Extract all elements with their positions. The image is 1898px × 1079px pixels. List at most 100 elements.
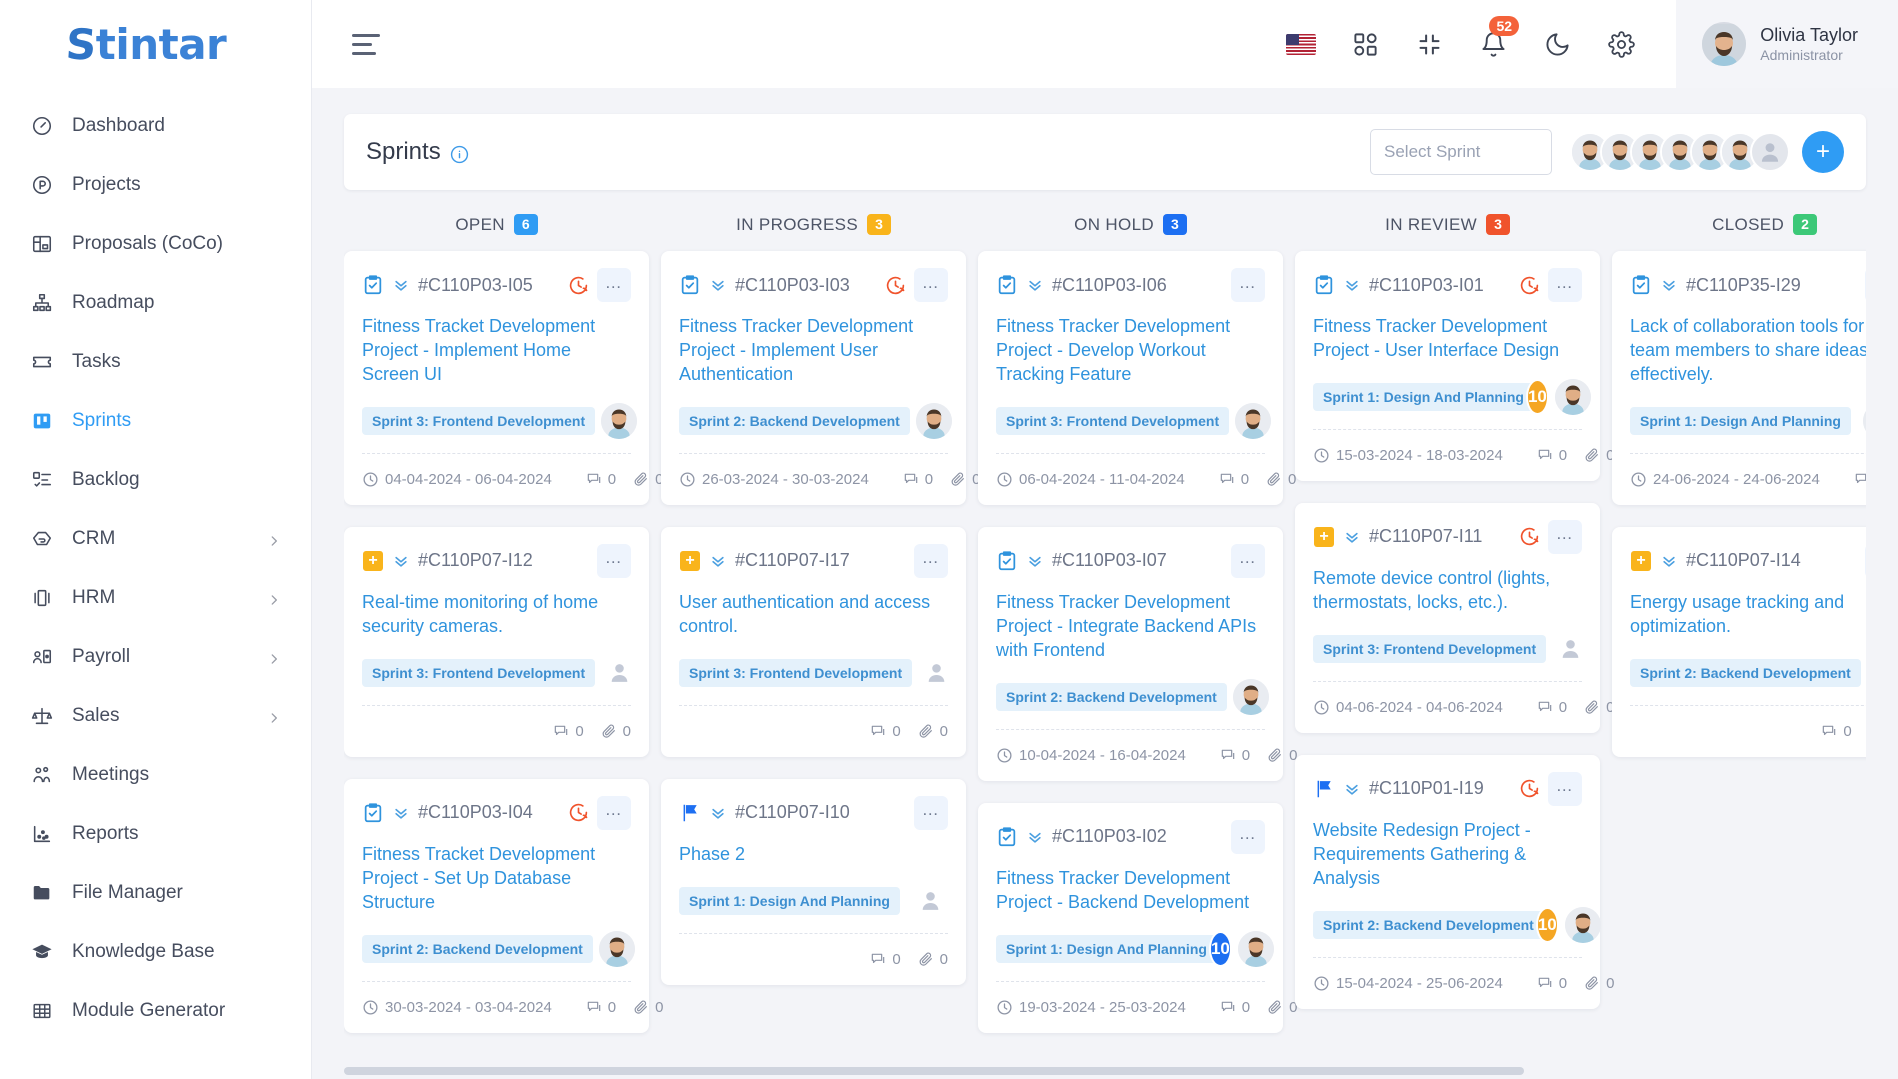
card-menu-button[interactable]: … [1548, 519, 1582, 554]
card-title[interactable]: Real-time monitoring of home security ca… [362, 591, 631, 639]
sidebar-item-file-manager[interactable]: File Manager [0, 863, 311, 922]
sidebar-item-knowledge-base[interactable]: Knowledge Base [0, 922, 311, 981]
assignee-avatar[interactable] [915, 402, 952, 439]
select-sprint-dropdown[interactable]: Select Sprint [1370, 129, 1552, 175]
sidebar-item-proposals-coco[interactable]: Proposals (CoCo) [0, 214, 311, 273]
chevron-right-icon[interactable] [267, 532, 281, 546]
card-title[interactable]: Fitness Tracket Development Project - Se… [362, 843, 631, 915]
assignee-avatar[interactable] [1564, 906, 1601, 943]
info-circle-icon[interactable] [450, 143, 469, 163]
hamburger-icon[interactable] [352, 33, 386, 55]
card-title[interactable]: Fitness Tracker Development Project - Us… [1313, 315, 1582, 363]
sidebar-item-roadmap[interactable]: Roadmap [0, 273, 311, 332]
assignee-avatar[interactable] [601, 402, 638, 439]
sprint-card[interactable]: #C110P35-I29 … Lack of collaboration too… [1612, 251, 1866, 505]
card-menu-button[interactable]: … [597, 268, 631, 302]
us-flag-icon[interactable] [1286, 29, 1317, 59]
assignee-avatar[interactable] [1237, 930, 1274, 967]
gear-icon[interactable] [1606, 29, 1636, 59]
card-id[interactable]: #C110P07-I11 [1369, 526, 1511, 547]
card-menu-button[interactable]: … [597, 543, 631, 578]
sprint-card[interactable]: #C110P01-I19 … Website Redesign Project … [1295, 754, 1614, 1009]
sprint-card[interactable]: #C110P03-I06 … Fitness Tracker Developme… [978, 251, 1296, 505]
moon-icon[interactable] [1542, 29, 1572, 59]
card-title[interactable]: Website Redesign Project - Requirements … [1313, 819, 1582, 891]
card-title[interactable]: User authentication and access control. [679, 591, 948, 639]
compress-icon[interactable] [1414, 29, 1444, 59]
card-menu-button[interactable]: … [1231, 819, 1265, 854]
sprint-card[interactable]: #C110P03-I07 … Fitness Tracker Developme… [978, 526, 1297, 781]
card-id[interactable]: #C110P03-I05 [418, 275, 560, 296]
team-avatar-stack[interactable] [1570, 132, 1790, 172]
card-title[interactable]: Phase 2 [679, 843, 948, 867]
sprint-card[interactable]: + #C110P07-I11 … Remote device control (… [1295, 502, 1614, 733]
chevron-right-icon[interactable] [267, 709, 281, 723]
card-menu-button[interactable]: … [1548, 268, 1582, 302]
sidebar-item-meetings[interactable]: Meetings [0, 745, 311, 804]
card-menu-button[interactable]: … [914, 795, 948, 830]
assignee-placeholder-icon[interactable] [1552, 631, 1588, 667]
sidebar-item-projects[interactable]: Projects [0, 155, 311, 214]
card-menu-button[interactable]: … [1865, 543, 1866, 578]
assignee-avatar[interactable] [598, 930, 635, 967]
user-profile-menu[interactable]: Olivia Taylor Administrator [1676, 0, 1898, 88]
user-silhouette-icon[interactable] [1750, 132, 1790, 172]
sidebar-item-tasks[interactable]: Tasks [0, 332, 311, 391]
card-id[interactable]: #C110P03-I07 [1052, 550, 1223, 571]
card-title[interactable]: Fitness Tracker Development Project - Im… [679, 315, 948, 387]
bell-icon[interactable]: 52 [1478, 16, 1520, 59]
card-menu-button[interactable]: … [1865, 268, 1866, 302]
card-menu-button[interactable]: … [1231, 268, 1265, 302]
sprint-card[interactable]: #C110P07-I10 … Phase 2 Sprint 1: Design … [661, 778, 966, 985]
sprint-card[interactable]: #C110P03-I05 … Fitness Tracket Developme… [344, 251, 663, 505]
assignee-avatar[interactable] [1863, 402, 1866, 439]
brand-logo[interactable]: Stintar [0, 0, 311, 88]
card-title[interactable]: Lack of collaboration tools for team mem… [1630, 315, 1866, 387]
sprint-card[interactable]: #C110P03-I03 … Fitness Tracker Developme… [661, 251, 980, 505]
card-id[interactable]: #C110P07-I14 [1686, 550, 1857, 571]
card-id[interactable]: #C110P07-I17 [735, 550, 906, 571]
card-menu-button[interactable]: … [914, 268, 948, 302]
card-title[interactable]: Fitness Tracker Development Project - In… [996, 591, 1265, 663]
horizontal-scrollbar[interactable] [344, 1067, 1866, 1075]
sprint-card[interactable]: + #C110P07-I17 … User authentication and… [661, 526, 966, 757]
assignee-avatar[interactable] [1235, 402, 1272, 439]
card-id[interactable]: #C110P35-I29 [1686, 275, 1857, 296]
add-member-button[interactable]: + [1802, 131, 1844, 173]
apps-grid-icon[interactable] [1350, 29, 1380, 59]
sprint-card[interactable]: + #C110P07-I12 … Real-time monitoring of… [344, 526, 649, 757]
assignee-placeholder-icon[interactable] [912, 883, 948, 919]
card-id[interactable]: #C110P03-I02 [1052, 826, 1223, 847]
card-menu-button[interactable]: … [1231, 543, 1265, 578]
card-menu-button[interactable]: … [914, 543, 948, 578]
sidebar-item-backlog[interactable]: Backlog [0, 450, 311, 509]
sidebar-item-hrm[interactable]: HRM [0, 568, 311, 627]
card-title[interactable]: Remote device control (lights, thermosta… [1313, 567, 1582, 615]
card-id[interactable]: #C110P07-I10 [735, 802, 906, 823]
card-menu-button[interactable]: … [597, 795, 631, 830]
chevron-right-icon[interactable] [267, 591, 281, 605]
card-title[interactable]: Fitness Tracker Development Project - Ba… [996, 867, 1265, 915]
card-id[interactable]: #C110P03-I03 [735, 275, 877, 296]
sprint-card[interactable]: #C110P03-I01 … Fitness Tracker Developme… [1295, 251, 1614, 481]
sidebar-item-reports[interactable]: Reports [0, 804, 311, 863]
sidebar-item-payroll[interactable]: Payroll [0, 627, 311, 686]
sprint-card[interactable]: #C110P03-I04 … Fitness Tracket Developme… [344, 778, 663, 1033]
sidebar-item-module-generator[interactable]: Module Generator [0, 981, 311, 1040]
card-title[interactable]: Fitness Tracket Development Project - Im… [362, 315, 631, 387]
sprint-card[interactable]: + #C110P07-I14 … Energy usage tracking a… [1612, 526, 1866, 757]
sidebar-item-crm[interactable]: CRM [0, 509, 311, 568]
card-menu-button[interactable]: … [1548, 771, 1582, 806]
sidebar-item-sprints[interactable]: Sprints [0, 391, 311, 450]
assignee-placeholder-icon[interactable] [601, 655, 637, 691]
card-title[interactable]: Fitness Tracker Development Project - De… [996, 315, 1265, 387]
sidebar-item-dashboard[interactable]: Dashboard [0, 96, 311, 155]
card-id[interactable]: #C110P03-I04 [418, 802, 560, 823]
card-id[interactable]: #C110P07-I12 [418, 550, 589, 571]
assignee-placeholder-icon[interactable] [918, 655, 954, 691]
chevron-right-icon[interactable] [267, 650, 281, 664]
card-title[interactable]: Energy usage tracking and optimization. [1630, 591, 1866, 639]
assignee-avatar[interactable] [1554, 378, 1591, 415]
card-id[interactable]: #C110P03-I06 [1052, 275, 1223, 296]
sprint-card[interactable]: #C110P03-I02 … Fitness Tracker Developme… [978, 802, 1297, 1033]
